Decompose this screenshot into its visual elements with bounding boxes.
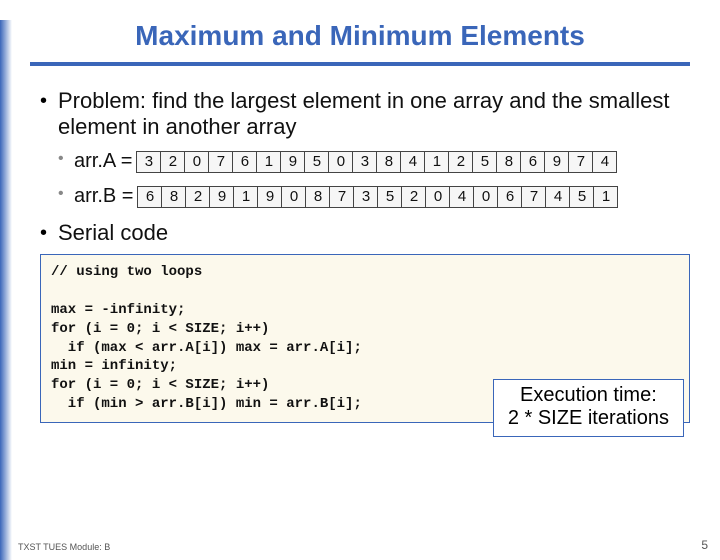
array-cell: 9 [257, 186, 282, 208]
arrb-cells: 68291908735204067451 [137, 186, 618, 208]
array-cell: 4 [400, 151, 425, 173]
array-cell: 5 [304, 151, 329, 173]
array-cell: 4 [545, 186, 570, 208]
slide-title: Maximum and Minimum Elements [0, 20, 720, 52]
array-cell: 2 [448, 151, 473, 173]
array-cell: 5 [569, 186, 594, 208]
execution-time-callout: Execution time: 2 * SIZE iterations [493, 379, 684, 437]
array-cell: 0 [281, 186, 306, 208]
array-cell: 6 [497, 186, 522, 208]
array-cell: 1 [256, 151, 281, 173]
arra-cells: 32076195038412586974 [136, 151, 617, 173]
footer-module: TXST TUES Module: B [18, 542, 110, 552]
arra-label: arr.A = [74, 150, 132, 173]
array-cell: 9 [209, 186, 234, 208]
array-cell: 7 [329, 186, 354, 208]
left-gradient-strip [0, 20, 12, 560]
row-arrb: arr.B = 68291908735204067451 [58, 185, 690, 208]
callout-line1: Execution time: [508, 384, 669, 407]
array-cell: 7 [568, 151, 593, 173]
array-cell: 7 [208, 151, 233, 173]
row-arra: arr.A = 32076195038412586974 [58, 150, 690, 173]
array-cell: 0 [473, 186, 498, 208]
bullet-serial: Serial code [40, 220, 690, 246]
array-cell: 2 [401, 186, 426, 208]
array-cell: 6 [520, 151, 545, 173]
array-cell: 5 [472, 151, 497, 173]
arrb-label: arr.B = [74, 185, 133, 208]
array-cell: 8 [161, 186, 186, 208]
array-cell: 0 [328, 151, 353, 173]
array-cell: 6 [137, 186, 162, 208]
array-cell: 4 [449, 186, 474, 208]
title-underline [30, 62, 690, 66]
array-cell: 8 [376, 151, 401, 173]
array-cell: 8 [496, 151, 521, 173]
bullet-problem: Problem: find the largest element in one… [40, 88, 690, 140]
array-cell: 4 [592, 151, 617, 173]
array-cell: 2 [160, 151, 185, 173]
array-cell: 9 [280, 151, 305, 173]
array-cell: 2 [185, 186, 210, 208]
array-cell: 7 [521, 186, 546, 208]
footer-page: 5 [701, 538, 708, 552]
array-cell: 0 [184, 151, 209, 173]
array-cell: 9 [544, 151, 569, 173]
array-cell: 0 [425, 186, 450, 208]
callout-line2: 2 * SIZE iterations [508, 407, 669, 430]
array-cell: 1 [593, 186, 618, 208]
array-cell: 3 [353, 186, 378, 208]
array-cell: 8 [305, 186, 330, 208]
array-cell: 5 [377, 186, 402, 208]
array-cell: 1 [233, 186, 258, 208]
array-cell: 3 [352, 151, 377, 173]
array-cell: 1 [424, 151, 449, 173]
array-cell: 3 [136, 151, 161, 173]
array-cell: 6 [232, 151, 257, 173]
